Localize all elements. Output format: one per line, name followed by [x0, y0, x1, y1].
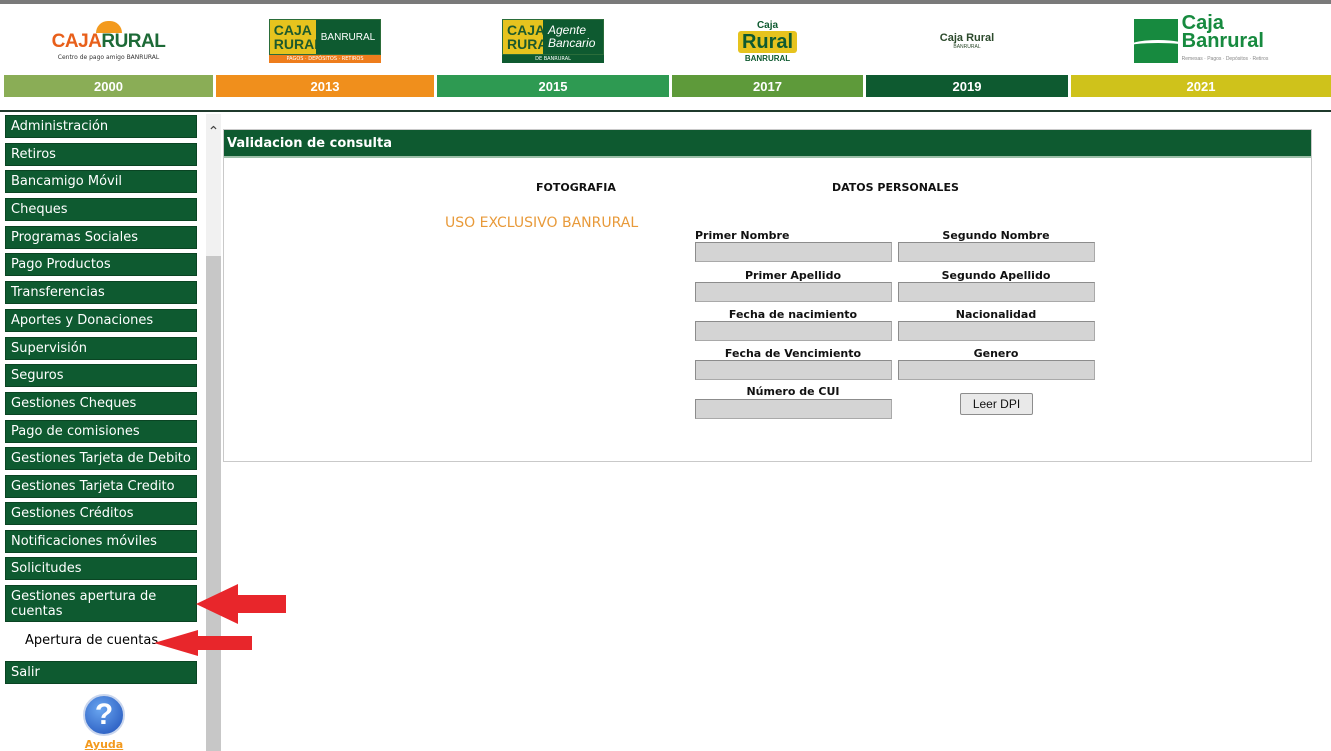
- help-label[interactable]: Ayuda: [80, 738, 128, 751]
- input-numero-cui[interactable]: [695, 399, 892, 419]
- sidebar-item-transferencias[interactable]: Transferencias: [5, 281, 197, 304]
- label-numero-cui: Número de CUI: [746, 385, 840, 398]
- sidebar-item-gestiones-creditos[interactable]: Gestiones Créditos: [5, 502, 197, 525]
- logo-2019: Caja Rural BANRURAL: [939, 32, 995, 50]
- year-2000: 2000: [4, 75, 213, 97]
- sidebar-item-solicitudes[interactable]: Solicitudes: [5, 557, 197, 580]
- caja-banrural-mark-icon: [1133, 19, 1178, 63]
- sidebar-scrollbar-thumb[interactable]: [206, 256, 221, 751]
- sidebar-item-aportes-donaciones[interactable]: Aportes y Donaciones: [5, 309, 197, 332]
- panel-title: Validacion de consulta: [224, 130, 1311, 158]
- scroll-up-arrow-icon[interactable]: ⌃: [206, 125, 221, 139]
- label-fecha-vencimiento: Fecha de Vencimiento: [724, 347, 862, 360]
- label-genero: Genero: [973, 347, 1019, 360]
- input-nacionalidad[interactable]: [898, 321, 1095, 341]
- logo-2013: CAJA RURAL BANRURAL PAGOS · DEPÓSITOS · …: [216, 8, 434, 74]
- sidebar-item-gestiones-cheques[interactable]: Gestiones Cheques: [5, 392, 197, 415]
- sidebar-item-bancamigo-movil[interactable]: Bancamigo Móvil: [5, 170, 197, 193]
- sidebar-item-administracion[interactable]: Administración: [5, 115, 197, 138]
- sidebar-item-pago-comisiones[interactable]: Pago de comisiones: [5, 420, 197, 443]
- sidebar-item-retiros[interactable]: Retiros: [5, 143, 197, 166]
- sidebar-item-salir[interactable]: Salir: [5, 661, 197, 684]
- logo-2017: Caja Rural BANRURAL: [672, 8, 863, 74]
- label-primer-nombre: Primer Nombre: [695, 229, 790, 242]
- sidebar-item-pago-productos[interactable]: Pago Productos: [5, 253, 197, 276]
- input-segundo-apellido[interactable]: [898, 282, 1095, 302]
- red-arrow-icon: [154, 630, 252, 656]
- logo-2000: CAJARURAL Centro de pago amigo BANRURAL: [4, 8, 213, 74]
- logo-2021: Caja Banrural Remesas · Pagos · Depósitos …: [1071, 8, 1331, 74]
- year-2019: 2019: [866, 75, 1068, 97]
- personal-data-heading: DATOS PERSONALES: [832, 181, 959, 194]
- input-fecha-vencimiento[interactable]: [695, 360, 892, 380]
- help-question-icon[interactable]: ?: [83, 694, 125, 736]
- red-arrow-icon: [196, 584, 286, 624]
- label-segundo-apellido: Segundo Apellido: [941, 269, 1051, 282]
- photo-heading: FOTOGRAFIA: [536, 181, 616, 194]
- photo-placeholder-text: USO EXCLUSIVO BANRURAL: [445, 215, 639, 231]
- sidebar-item-tarjeta-debito[interactable]: Gestiones Tarjeta de Debito: [5, 447, 197, 470]
- sidebar-item-tarjeta-credito[interactable]: Gestiones Tarjeta Credito: [5, 475, 197, 498]
- sidebar-item-programas-sociales[interactable]: Programas Sociales: [5, 226, 197, 249]
- consult-validation-panel: Validacion de consulta FOTOGRAFIA DATOS …: [223, 129, 1312, 462]
- year-2021: 2021: [1071, 75, 1331, 97]
- input-genero[interactable]: [898, 360, 1095, 380]
- header-banner: CAJARURAL Centro de pago amigo BANRURAL …: [0, 8, 1331, 112]
- label-segundo-nombre: Segundo Nombre: [942, 229, 1050, 242]
- sidebar-item-cheques[interactable]: Cheques: [5, 198, 197, 221]
- sidebar-subitem-apertura-cuentas[interactable]: Apertura de cuentas: [25, 633, 158, 648]
- sidebar-item-notificaciones-moviles[interactable]: Notificaciones móviles: [5, 530, 197, 553]
- label-primer-apellido: Primer Apellido: [744, 269, 842, 282]
- read-dpi-button[interactable]: Leer DPI: [960, 393, 1033, 415]
- sidebar-item-seguros[interactable]: Seguros: [5, 364, 197, 387]
- help-link[interactable]: ? Ayuda: [80, 694, 128, 751]
- input-segundo-nombre[interactable]: [898, 242, 1095, 262]
- year-2013: 2013: [216, 75, 434, 97]
- year-2015: 2015: [437, 75, 669, 97]
- label-fecha-nacimiento: Fecha de nacimiento: [728, 308, 858, 321]
- sidebar-item-supervision[interactable]: Supervisión: [5, 337, 197, 360]
- year-2017: 2017: [672, 75, 863, 97]
- label-nacionalidad: Nacionalidad: [955, 308, 1037, 321]
- logo-2015: CAJA RURAL Agente Bancario DE BANRURAL: [437, 8, 669, 74]
- input-primer-apellido[interactable]: [695, 282, 892, 302]
- input-primer-nombre[interactable]: [695, 242, 892, 262]
- input-fecha-nacimiento[interactable]: [695, 321, 892, 341]
- sidebar-item-gestiones-apertura-cuentas[interactable]: Gestiones apertura de cuentas: [5, 585, 197, 622]
